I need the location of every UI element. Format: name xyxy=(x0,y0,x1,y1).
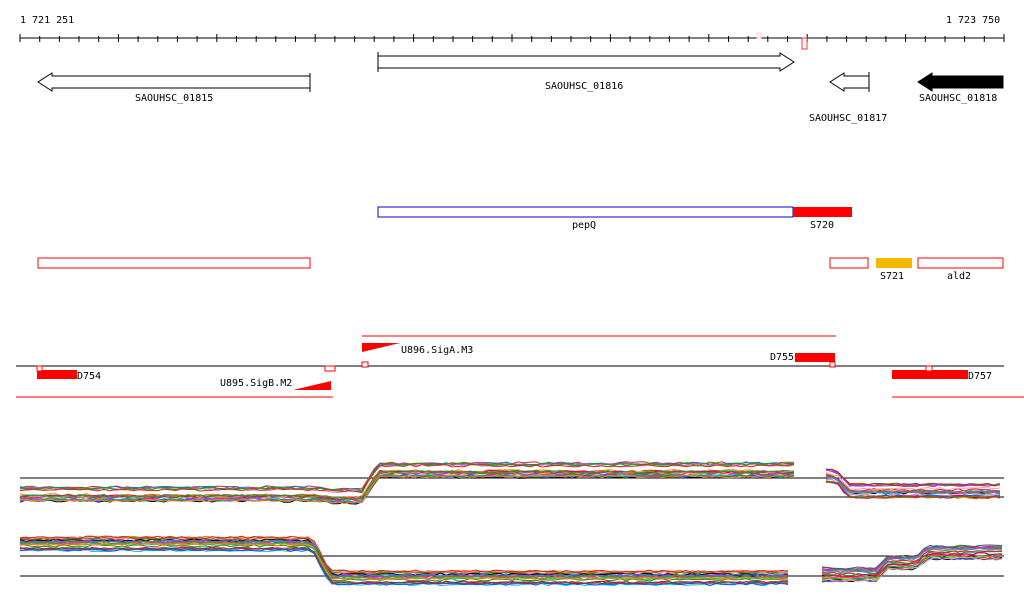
promoter-u895-flag xyxy=(293,381,331,390)
d754-label: D754 xyxy=(77,371,101,382)
expression-profile-line xyxy=(825,468,1001,486)
annotation-track: pepQ S720 S721 ald2 xyxy=(37,206,1004,282)
gene-arrow xyxy=(917,72,1004,92)
promoter-u896-tick xyxy=(361,361,369,368)
gene-label: SAOUHSC_01818 xyxy=(919,93,997,104)
expression-panel-bottom xyxy=(19,535,1004,587)
ald2-label: ald2 xyxy=(947,271,971,282)
gene-arrow xyxy=(829,72,870,92)
coordinate-ruler: 1 721 251 1 723 750 xyxy=(19,15,1005,50)
feature-u895[interactable]: U895.SigB.M2 xyxy=(220,365,336,390)
s721-label: S721 xyxy=(880,271,904,282)
ruler-start-label: 1 721 251 xyxy=(20,15,74,26)
gene-saouhsc-01815[interactable]: SAOUHSC_01815 xyxy=(37,72,311,104)
ruler-marker xyxy=(801,37,808,50)
genome-browser-view: 1 721 251 1 723 750 SAOUHSC_01815 SAOUHS… xyxy=(16,15,1024,587)
feature-d757[interactable]: D757 xyxy=(892,365,992,382)
gene-label: SAOUHSC_01817 xyxy=(809,113,887,124)
expression-profile-line xyxy=(825,472,1001,491)
region-box-right[interactable] xyxy=(829,257,869,269)
u896-label: U896.SigA.M3 xyxy=(401,345,473,356)
s720-box[interactable] xyxy=(793,207,852,217)
gene-saouhsc-01817[interactable]: SAOUHSC_01817 xyxy=(809,72,887,124)
expression-profile-line xyxy=(19,547,789,585)
d757-label: D757 xyxy=(968,371,992,382)
expression-profiles-right xyxy=(825,468,1001,500)
feature-d755-tick xyxy=(829,361,836,368)
gene-saouhsc-01816[interactable]: SAOUHSC_01816 xyxy=(377,52,795,92)
feature-u896[interactable]: U896.SigA.M3 xyxy=(361,343,473,368)
pepq-box[interactable] xyxy=(377,206,794,218)
u895-label: U895.SigB.M2 xyxy=(220,378,292,389)
gene-arrow xyxy=(37,72,311,92)
s721-box[interactable] xyxy=(876,258,912,268)
feature-d755-block xyxy=(795,353,835,362)
pepq-label: pepQ xyxy=(572,220,596,231)
gene-arrow xyxy=(377,52,795,72)
feature-d754-block xyxy=(37,370,77,379)
feature-d755[interactable]: D755 xyxy=(770,352,836,368)
expression-profiles-minus xyxy=(19,535,789,587)
feature-d754[interactable]: D754 xyxy=(36,365,101,382)
ald2-box[interactable] xyxy=(917,257,1004,269)
expression-profiles-plus xyxy=(19,461,795,505)
promoter-u895-tick xyxy=(324,365,336,372)
expression-panel-top xyxy=(19,461,1004,505)
feature-d757-tick xyxy=(925,365,933,372)
s720-label: S720 xyxy=(810,220,834,231)
expression-track xyxy=(19,461,1004,587)
feature-d754-tick xyxy=(36,365,43,372)
gene-saouhsc-01818[interactable]: SAOUHSC_01818 xyxy=(917,72,1004,104)
ruler-marker-faint xyxy=(756,32,762,39)
gene-label: SAOUHSC_01815 xyxy=(135,93,213,104)
feature-track: D754 U895.SigB.M2 U896.SigA.M3 D755 D757 xyxy=(16,335,1024,398)
gene-label: SAOUHSC_01816 xyxy=(545,81,623,92)
ruler-end-label: 1 723 750 xyxy=(946,15,1000,26)
gene-track: SAOUHSC_01815 SAOUHSC_01816 SAOUHSC_0181… xyxy=(37,52,1004,124)
region-box-left[interactable] xyxy=(37,257,311,269)
d755-label: D755 xyxy=(770,352,794,363)
promoter-u896-flag xyxy=(362,343,400,352)
expression-profile-line xyxy=(19,548,789,587)
